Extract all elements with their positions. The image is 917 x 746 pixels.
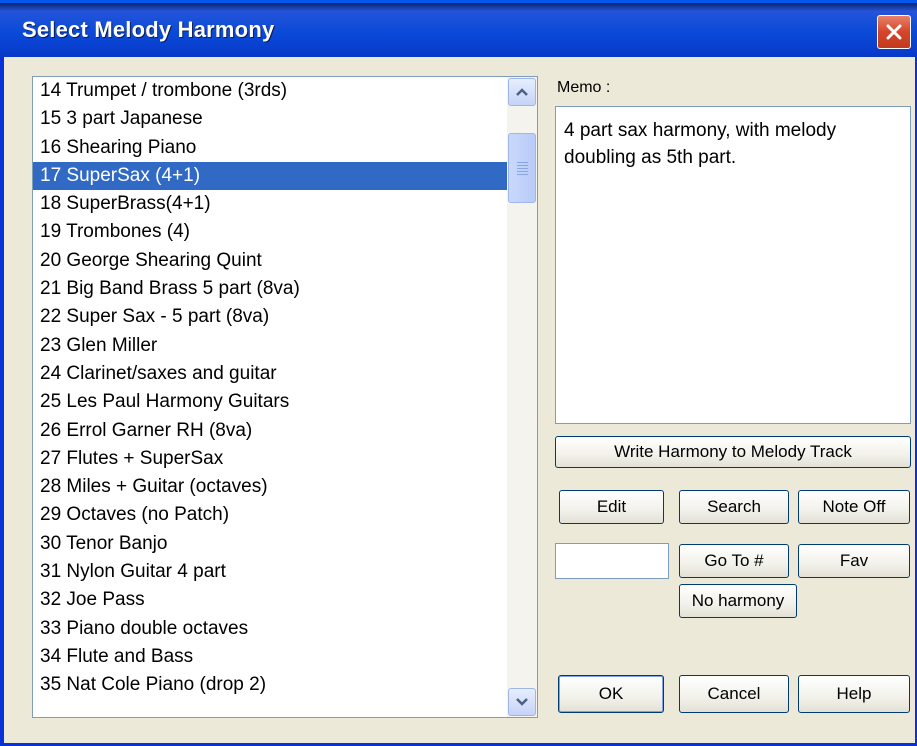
write-harmony-button[interactable]: Write Harmony to Melody Track	[555, 436, 911, 468]
harmony-listbox[interactable]: 14 Trumpet / trombone (3rds) 15 3 part Ja…	[32, 76, 538, 718]
list-item[interactable]: 31 Nylon Guitar 4 part	[33, 558, 507, 586]
list-item[interactable]: 14 Trumpet / trombone (3rds)	[33, 77, 507, 105]
help-button[interactable]: Help	[798, 675, 910, 713]
ok-button[interactable]: OK	[558, 675, 664, 713]
list-item[interactable]: 24 Clarinet/saxes and guitar	[33, 360, 507, 388]
list-item[interactable]: 23 Glen Miller	[33, 332, 507, 360]
list-item[interactable]: 19 Trombones (4)	[33, 218, 507, 246]
list-item[interactable]: 35 Nat Cole Piano (drop 2)	[33, 671, 507, 699]
memo-label: Memo :	[557, 79, 611, 96]
list-item[interactable]: 21 Big Band Brass 5 part (8va)	[33, 275, 507, 303]
harmony-list: 14 Trumpet / trombone (3rds) 15 3 part Ja…	[33, 77, 507, 700]
close-button[interactable]	[877, 15, 911, 49]
list-item[interactable]: 16 Shearing Piano	[33, 134, 507, 162]
search-button[interactable]: Search	[679, 490, 789, 524]
list-item[interactable]: 29 Octaves (no Patch)	[33, 501, 507, 529]
list-item[interactable]: 27 Flutes + SuperSax	[33, 445, 507, 473]
memo-textbox[interactable]: 4 part sax harmony, with melody doubling…	[555, 106, 911, 424]
list-item[interactable]: 15 3 part Japanese	[33, 105, 507, 133]
list-item[interactable]: 32 Joe Pass	[33, 586, 507, 614]
goto-number-input[interactable]	[555, 543, 669, 579]
chevron-up-icon	[516, 88, 528, 96]
list-item[interactable]: 20 George Shearing Quint	[33, 247, 507, 275]
note-off-button[interactable]: Note Off	[798, 490, 910, 524]
list-item-selected[interactable]: 17 SuperSax (4+1)	[33, 161, 507, 191]
fav-button[interactable]: Fav	[798, 544, 910, 578]
title-bar[interactable]: Select Melody Harmony	[0, 0, 917, 57]
scroll-thumb[interactable]	[508, 133, 536, 203]
scroll-up-button[interactable]	[508, 78, 536, 106]
no-harmony-button[interactable]: No harmony	[679, 584, 797, 618]
window-title: Select Melody Harmony	[22, 17, 275, 42]
list-item[interactable]: 28 Miles + Guitar (octaves)	[33, 473, 507, 501]
dialog-window: Select Melody Harmony 14 Trumpet / tromb…	[0, 0, 917, 746]
list-item[interactable]: 33 Piano double octaves	[33, 615, 507, 643]
edit-button[interactable]: Edit	[559, 490, 664, 524]
go-to-button[interactable]: Go To #	[679, 544, 789, 578]
close-icon	[886, 24, 902, 40]
vertical-scrollbar[interactable]	[507, 77, 537, 717]
list-item[interactable]: 22 Super Sax - 5 part (8va)	[33, 303, 507, 331]
list-item[interactable]: 34 Flute and Bass	[33, 643, 507, 671]
chevron-down-icon	[516, 698, 528, 706]
scroll-down-button[interactable]	[508, 688, 536, 716]
list-item[interactable]: 25 Les Paul Harmony Guitars	[33, 388, 507, 416]
list-item[interactable]: 30 Tenor Banjo	[33, 530, 507, 558]
list-item[interactable]: 26 Errol Garner RH (8va)	[33, 417, 507, 445]
cancel-button[interactable]: Cancel	[679, 675, 789, 713]
list-item[interactable]: 18 SuperBrass(4+1)	[33, 190, 507, 218]
